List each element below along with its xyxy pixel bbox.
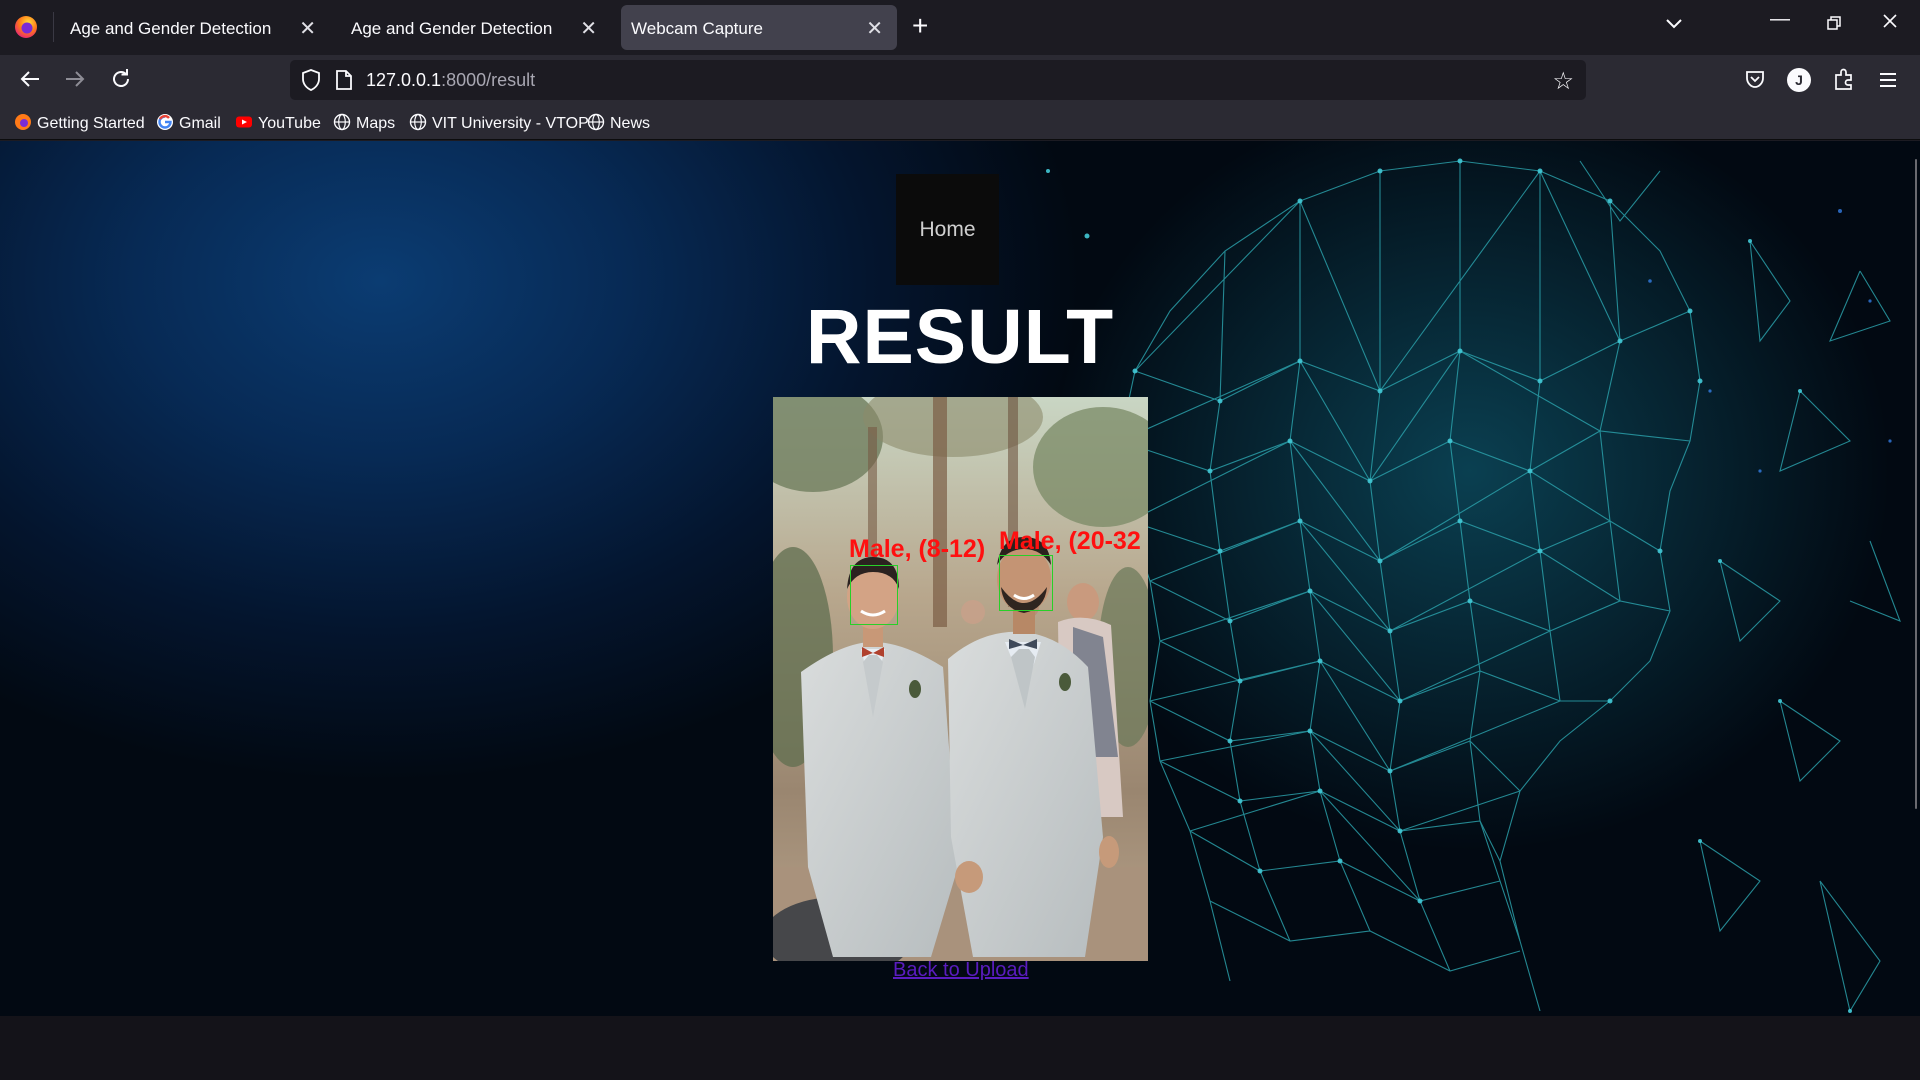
globe-icon: [409, 113, 427, 131]
tab-1[interactable]: Age and Gender Detection ✕: [54, 5, 330, 50]
face-bounding-box: [999, 555, 1053, 611]
page-content: Home RESULT Male, (8-12) Male, (20-32 Ba…: [0, 141, 1920, 1016]
url-path: :8000/result: [441, 70, 536, 90]
home-button[interactable]: Home: [896, 174, 999, 285]
detection-label: Male, (8-12): [849, 535, 986, 563]
close-window-icon[interactable]: [1882, 12, 1898, 35]
firefox-icon: [15, 114, 31, 130]
bookmarks-toolbar: Getting Started Gmail YouTube Maps VIT U…: [0, 107, 1920, 140]
page-scrollbar[interactable]: [1912, 141, 1920, 1016]
bookmark-label: VIT University - VTOP: [432, 115, 589, 132]
result-photo-illustration: [773, 397, 1148, 961]
google-icon: [157, 114, 173, 130]
new-tab-plus-icon[interactable]: +: [912, 10, 928, 42]
result-image: Male, (8-12) Male, (20-32: [773, 397, 1148, 961]
hamburger-menu-icon[interactable]: [1878, 69, 1898, 95]
tab-bar: Age and Gender Detection ✕ Age and Gende…: [0, 0, 1920, 55]
back-arrow-icon[interactable]: [15, 67, 45, 97]
account-avatar[interactable]: J: [1787, 68, 1811, 92]
bookmark-label: Gmail: [179, 115, 221, 132]
close-tab-icon[interactable]: ✕: [299, 16, 316, 41]
restore-icon[interactable]: [1826, 14, 1842, 37]
tab-title: Age and Gender Detection: [351, 19, 553, 38]
bookmark-news[interactable]: News: [587, 113, 650, 135]
close-tab-icon[interactable]: ✕: [580, 16, 597, 41]
bookmark-label: News: [610, 115, 651, 132]
globe-icon: [333, 113, 351, 131]
tab-title: Webcam Capture: [631, 19, 763, 38]
tab-2[interactable]: Age and Gender Detection ✕: [335, 5, 611, 50]
tracking-protection-shield-icon[interactable]: [299, 68, 323, 92]
navigation-toolbar: 127.0.0.1:8000/result ☆ J: [0, 55, 1920, 107]
url-host: 127.0.0.1: [366, 70, 442, 90]
reload-icon[interactable]: [106, 67, 136, 97]
list-all-tabs-chevron-icon[interactable]: [1665, 14, 1683, 37]
page-info-icon[interactable]: [334, 69, 354, 91]
url-text[interactable]: 127.0.0.1:8000/result: [366, 70, 535, 91]
bookmark-label: Maps: [356, 115, 396, 132]
bookmark-maps[interactable]: Maps: [333, 113, 395, 135]
close-tab-icon[interactable]: ✕: [866, 16, 883, 41]
tab-title: Age and Gender Detection: [70, 19, 272, 38]
bookmark-star-icon[interactable]: ☆: [1552, 67, 1574, 96]
bookmark-getting-started[interactable]: Getting Started: [14, 113, 145, 135]
page-title: RESULT: [805, 294, 1115, 380]
pocket-icon[interactable]: [1744, 68, 1766, 96]
back-to-upload-link[interactable]: Back to Upload: [893, 959, 1029, 982]
youtube-icon: [236, 116, 252, 128]
scrollbar-thumb[interactable]: [1915, 159, 1917, 809]
extensions-puzzle-icon[interactable]: [1833, 67, 1855, 97]
globe-icon: [587, 113, 605, 131]
tab-3-active[interactable]: Webcam Capture ✕: [621, 5, 897, 50]
address-bar[interactable]: 127.0.0.1:8000/result ☆: [290, 60, 1586, 100]
detection-label: Male, (20-32: [999, 527, 1141, 555]
bookmark-gmail[interactable]: Gmail: [156, 113, 221, 135]
bookmark-label: Getting Started: [37, 115, 145, 132]
bookmark-label: YouTube: [258, 115, 321, 132]
firefox-menu-icon[interactable]: [13, 14, 39, 40]
bookmark-youtube[interactable]: YouTube: [235, 113, 321, 135]
bookmark-vit-vtop[interactable]: VIT University - VTOP: [409, 113, 589, 135]
bottom-empty-area: [0, 1016, 1920, 1080]
forward-arrow-icon[interactable]: [60, 67, 90, 97]
minimize-icon[interactable]: —: [1770, 8, 1790, 31]
face-bounding-box: [850, 565, 898, 625]
